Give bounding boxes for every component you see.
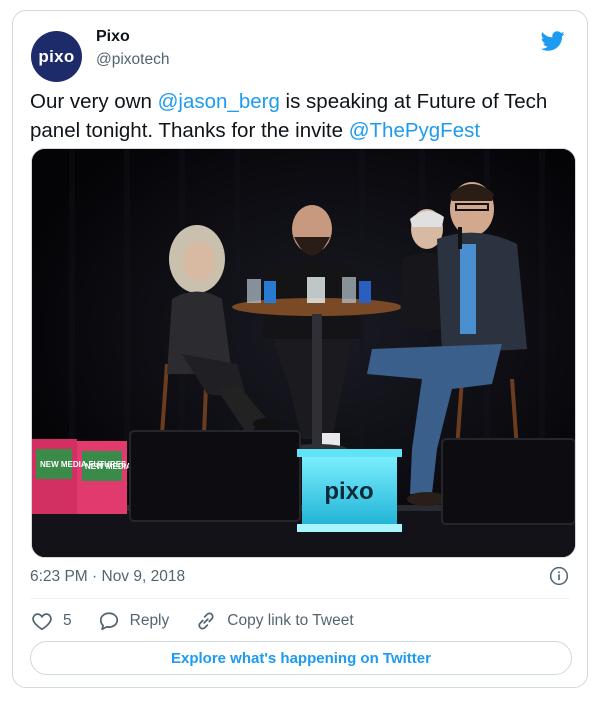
like-button[interactable]: 5: [31, 610, 72, 632]
info-icon[interactable]: [549, 566, 569, 586]
tweet-text: Our very own @jason_berg is speaking at …: [30, 87, 575, 145]
twitter-bird-icon[interactable]: [539, 29, 567, 53]
tweet-photo[interactable]: NEW MEDIA FUTURES NEW MEDIA FUTURES pixo: [31, 148, 576, 558]
action-bar: 5 Reply Copy link to Tweet: [31, 609, 380, 633]
copy-link-button[interactable]: Copy link to Tweet: [195, 610, 354, 632]
pixo-podium: pixo: [297, 449, 402, 532]
tweet-card: pixo Pixo @pixotech Our very own @jason_…: [12, 10, 588, 688]
divider: [30, 598, 570, 599]
reply-button[interactable]: Reply: [98, 610, 170, 632]
heart-icon: [32, 613, 52, 631]
tweet-timestamp[interactable]: 6:23 PM · Nov 9, 2018: [30, 568, 185, 586]
stage-speaker-left: [129, 430, 301, 522]
like-count: 5: [63, 612, 72, 629]
podium-logo-text: pixo: [324, 478, 373, 505]
author-handle[interactable]: @pixotech: [96, 51, 169, 69]
copy-link-label: Copy link to Tweet: [227, 612, 354, 629]
explore-button[interactable]: Explore what's happening on Twitter: [30, 641, 572, 675]
stage-speaker-right: [441, 438, 575, 525]
reply-label: Reply: [129, 612, 170, 629]
tweet-text-part: Our very own: [30, 90, 158, 113]
avatar-logo-text: pixo: [38, 46, 75, 66]
mention-link[interactable]: @jason_berg: [158, 90, 280, 113]
mention-link[interactable]: @ThePygFest: [349, 119, 480, 142]
author-name[interactable]: Pixo: [96, 28, 130, 46]
avatar[interactable]: pixo: [31, 31, 82, 82]
panel-photo-illustration: NEW MEDIA FUTURES NEW MEDIA FUTURES pixo: [32, 149, 575, 557]
link-icon: [198, 612, 214, 630]
reply-icon: [99, 612, 118, 631]
